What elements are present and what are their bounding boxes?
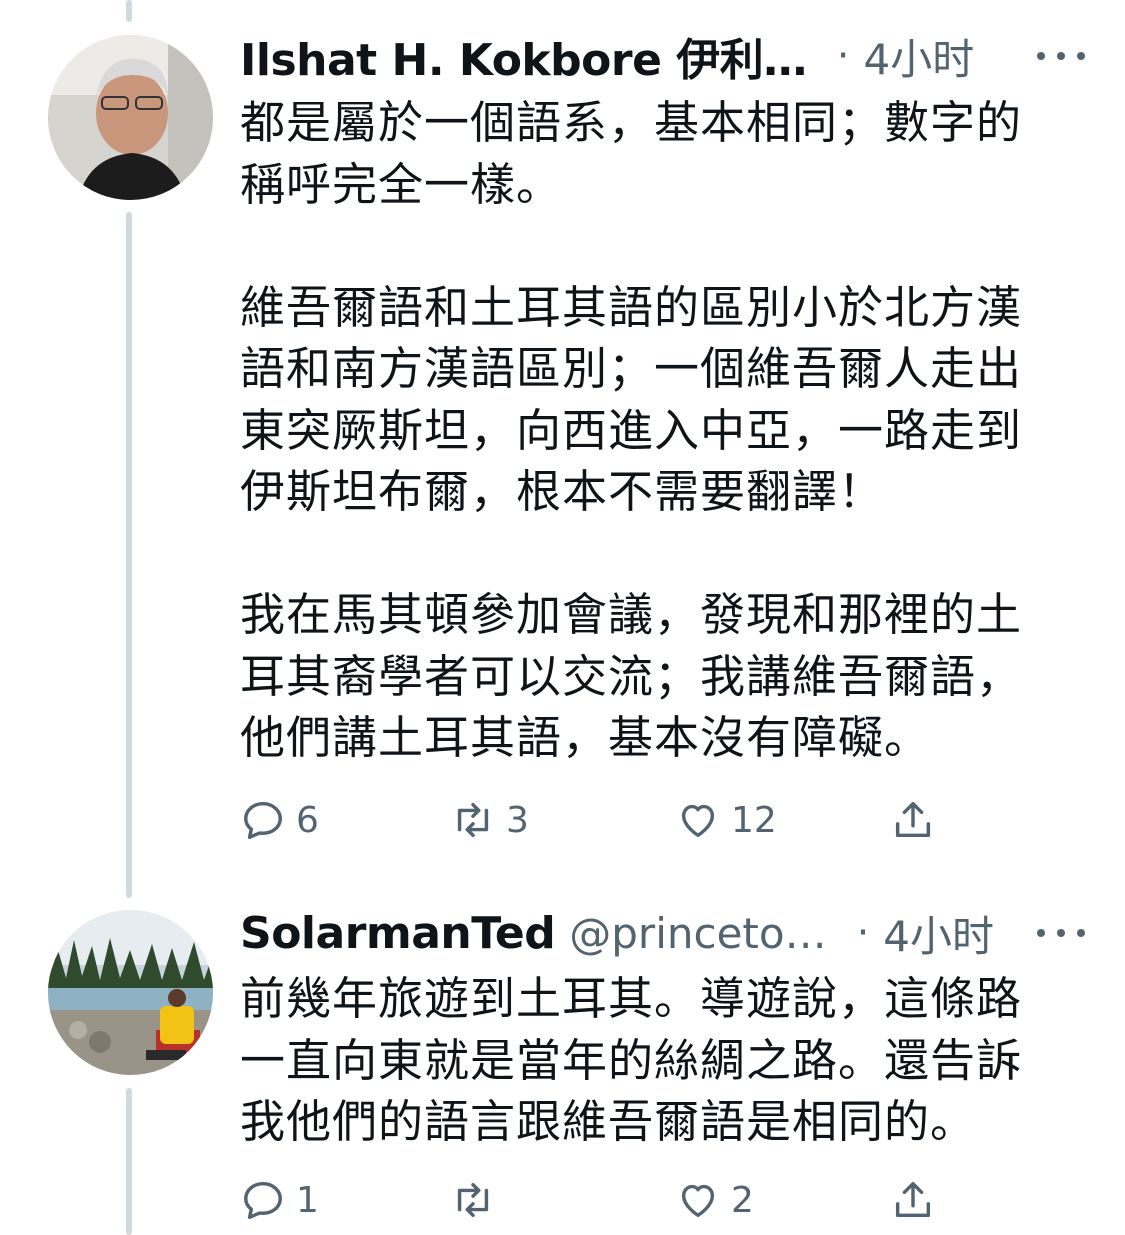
like-count: 2: [731, 1179, 754, 1221]
like-button[interactable]: 12: [675, 790, 777, 850]
timestamp[interactable]: 4小时: [863, 26, 974, 87]
tweet-header: SolarmanTed @princeto… · 4小时: [240, 903, 1085, 963]
more-icon[interactable]: [1037, 911, 1085, 955]
tweet-actions: 6 3 12: [240, 790, 960, 850]
tweet-header: Ilshat H. Kokbore 伊利… · 4小时: [240, 26, 1085, 86]
reply-count: 1: [296, 1179, 319, 1221]
tweet[interactable]: SolarmanTed @princeto… · 4小时 前幾年旅遊到土耳其。導…: [0, 880, 1125, 1235]
tweet-text: 都是屬於一個語系，基本相同；數字的 稱呼完全一樣。 維吾爾語和土耳其語的區別小於…: [240, 96, 1023, 764]
author-handle[interactable]: @princeto…: [569, 909, 826, 958]
retweet-button[interactable]: [450, 1170, 506, 1230]
heart-icon: [681, 1184, 715, 1218]
reply-icon: [244, 1181, 282, 1219]
share-icon: [895, 1181, 931, 1218]
avatar[interactable]: [48, 910, 213, 1075]
share-button[interactable]: [890, 1170, 936, 1230]
tweet[interactable]: Ilshat H. Kokbore 伊利… · 4小时 都是屬於一個語系，基本相…: [0, 0, 1125, 880]
reply-icon: [244, 801, 282, 839]
timestamp[interactable]: 4小时: [883, 903, 994, 964]
retweet-icon: [457, 802, 489, 838]
retweet-button[interactable]: 3: [450, 790, 529, 850]
reply-button[interactable]: 6: [240, 790, 319, 850]
like-button[interactable]: 2: [675, 1170, 754, 1230]
author-name[interactable]: SolarmanTed: [240, 908, 555, 959]
reply-button[interactable]: 1: [240, 1170, 319, 1230]
reply-count: 6: [296, 799, 319, 841]
tweet-actions: 1 2: [240, 1170, 960, 1230]
heart-icon: [681, 804, 715, 838]
avatar[interactable]: [48, 35, 213, 200]
tweet-text: 前幾年旅遊到土耳其。導遊說，這條路 一直向東就是當年的絲綢之路。還告訴 我他們的…: [240, 972, 1023, 1148]
more-icon[interactable]: [1037, 34, 1085, 78]
separator-dot: ·: [856, 910, 870, 956]
author-name[interactable]: Ilshat H. Kokbore 伊利…: [240, 24, 807, 88]
separator-dot: ·: [836, 33, 850, 79]
like-count: 12: [731, 799, 777, 841]
share-icon: [895, 801, 931, 838]
retweet-count: 3: [506, 799, 529, 841]
retweet-icon: [457, 1182, 489, 1218]
share-button[interactable]: [890, 790, 936, 850]
